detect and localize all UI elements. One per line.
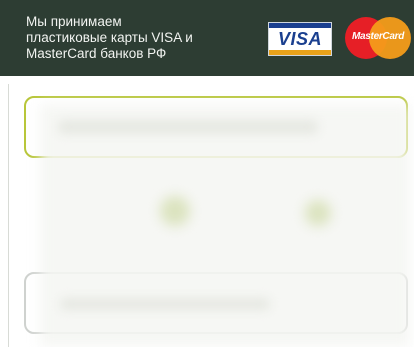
banner-line-3: MasterCard банков РФ [26, 46, 167, 61]
accepted-cards-text: Мы принимаем пластиковые карты VISA и Ma… [26, 14, 256, 62]
visa-logo-label: VISA [277, 29, 322, 49]
visa-band-bottom [269, 50, 331, 55]
mastercard-logo-label: MasterCard [351, 31, 405, 42]
visa-band-top [269, 23, 331, 28]
blurred-glyph [160, 196, 190, 226]
mastercard-logo: MasterCard [345, 17, 411, 59]
banner-line-2: пластиковые карты VISA и [26, 30, 193, 45]
visa-logo: VISA [268, 22, 332, 56]
blurred-form-overlay [40, 104, 410, 347]
payment-info-banner: Мы принимаем пластиковые карты VISA и Ma… [0, 0, 414, 76]
blurred-text-row [60, 298, 270, 310]
banner-line-1: Мы принимаем [26, 14, 122, 29]
blurred-glyph [305, 200, 331, 226]
blurred-text-row [58, 120, 318, 134]
